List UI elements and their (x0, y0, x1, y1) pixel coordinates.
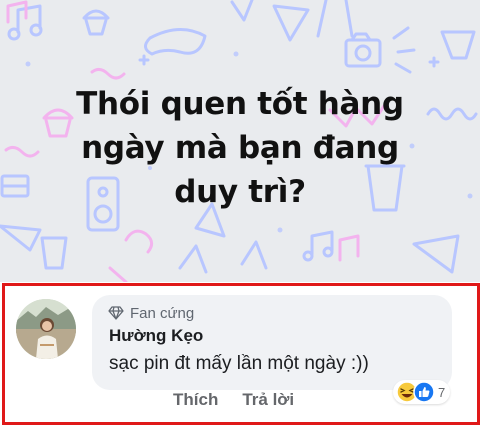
top-fan-badge: Fan cứng (108, 303, 194, 323)
post-background: Thói quen tốt hàng ngày mà bạn đang duy … (0, 0, 480, 282)
post-line-2: ngày mà bạn đang (81, 130, 399, 166)
diamond-icon (108, 306, 124, 320)
post-question-text: Thói quen tốt hàng ngày mà bạn đang duy … (0, 82, 480, 214)
comment-bubble: Fan cứng Hường Kẹo sạc pin đt mấy lần mộ… (92, 295, 452, 390)
post-line-1: Thói quen tốt hàng (76, 86, 404, 122)
avatar-photo (16, 299, 76, 359)
comment-text: sạc pin đt mấy lần một ngày :)) (109, 353, 369, 374)
highlighted-comment-frame: Fan cứng Hường Kẹo sạc pin đt mấy lần mộ… (2, 283, 480, 425)
post-line-3: duy trì? (174, 174, 306, 210)
like-button[interactable]: Thích (173, 390, 218, 410)
reaction-summary[interactable]: 7 (393, 380, 451, 404)
reaction-count: 7 (438, 384, 446, 400)
like-reaction-icon (413, 381, 435, 403)
comment-author-name[interactable]: Hường Kẹo (109, 326, 203, 346)
comment-actions: Thích Trả lời (173, 390, 294, 410)
reply-button[interactable]: Trả lời (242, 390, 294, 410)
badge-label: Fan cứng (130, 304, 195, 322)
avatar[interactable] (16, 299, 76, 359)
